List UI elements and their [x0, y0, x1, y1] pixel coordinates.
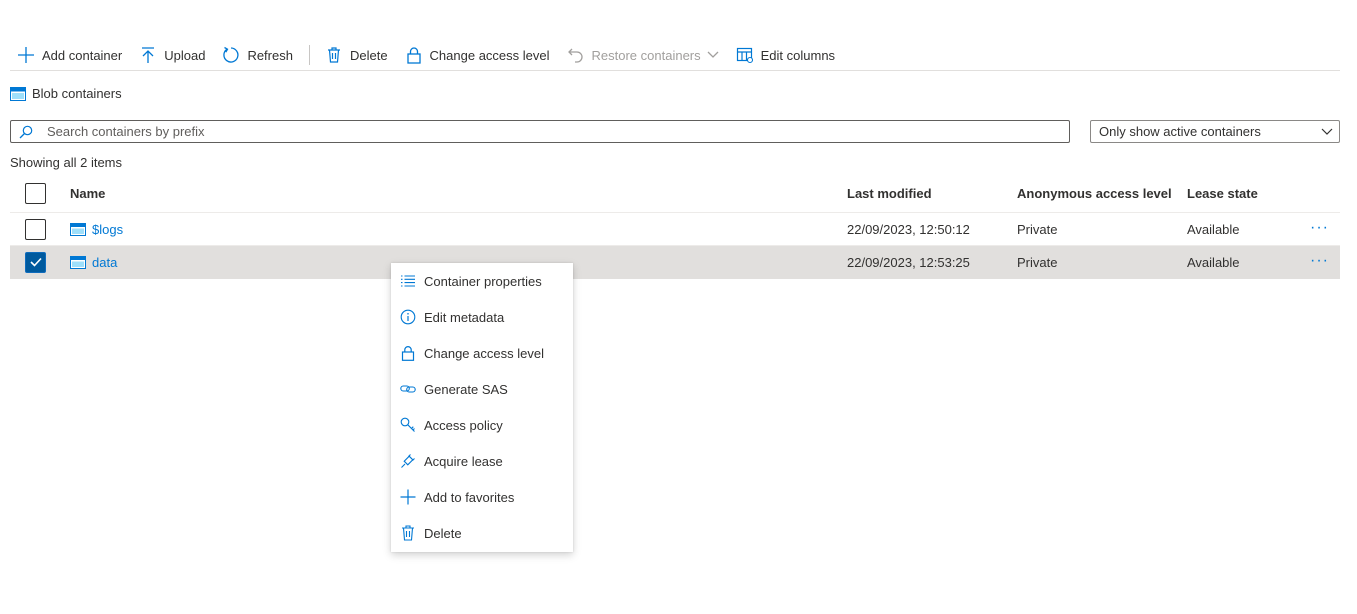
row-checkbox[interactable] [25, 218, 46, 240]
containers-table: Name Last modified Anonymous access leve… [10, 175, 1340, 279]
access-level-cell: Private [1017, 254, 1058, 270]
chevron-down-icon [1321, 124, 1333, 139]
search-input[interactable] [47, 124, 1027, 139]
add-container-label: Add container [42, 47, 123, 63]
toolbar-divider [308, 45, 310, 65]
container-icon [70, 222, 86, 236]
menu-item-change-access-level[interactable]: Change access level [391, 335, 573, 371]
upload-button[interactable]: Upload [130, 40, 213, 70]
filter-selected-value: Only show active containers [1099, 124, 1261, 139]
container-link[interactable]: $logs [92, 222, 123, 237]
container-name-cell: data [70, 255, 117, 270]
plug-icon [399, 452, 417, 470]
menu-item-acquire-lease[interactable]: Acquire lease [391, 443, 573, 479]
plus-icon [399, 488, 417, 506]
delete-button[interactable]: Delete [316, 40, 396, 70]
column-header-last-modified[interactable]: Last modified [847, 186, 932, 201]
menu-item-label: Acquire lease [424, 453, 503, 469]
lease-state-cell: Available [1187, 221, 1240, 237]
container-filter-dropdown[interactable]: Only show active containers [1090, 120, 1340, 143]
edit-columns-icon [735, 45, 755, 65]
menu-item-label: Change access level [424, 345, 544, 361]
checkmark-icon [29, 257, 42, 267]
info-icon [399, 308, 417, 326]
table-header: Name Last modified Anonymous access leve… [10, 175, 1340, 213]
search-box[interactable] [10, 120, 1070, 143]
section-title: Blob containers [10, 86, 122, 101]
menu-item-label: Container properties [424, 273, 542, 289]
menu-item-label: Add to favorites [424, 489, 515, 505]
lock-icon [399, 344, 417, 362]
more-actions-button[interactable]: ··· [1310, 252, 1329, 270]
table-row[interactable]: $logs 22/09/2023, 12:50:12 Private Avail… [10, 213, 1340, 246]
change-access-level-label: Change access level [429, 47, 550, 63]
last-modified-cell: 22/09/2023, 12:53:25 [847, 254, 970, 270]
menu-item-container-properties[interactable]: Container properties [391, 263, 573, 299]
menu-item-generate-sas[interactable]: Generate SAS [391, 371, 573, 407]
change-access-level-button[interactable]: Change access level [396, 40, 558, 70]
menu-item-delete[interactable]: Delete [391, 515, 573, 551]
restore-containers-label: Restore containers [591, 47, 701, 63]
select-all-checkbox[interactable] [25, 183, 46, 204]
menu-item-label: Generate SAS [424, 381, 508, 397]
menu-item-label: Delete [424, 525, 462, 541]
add-container-button[interactable]: Add container [10, 40, 130, 70]
lock-icon [404, 45, 424, 65]
trash-icon [324, 45, 344, 65]
key-icon [399, 416, 417, 434]
lease-state-cell: Available [1187, 254, 1240, 270]
column-header-name[interactable]: Name [70, 186, 105, 201]
list-icon [399, 272, 417, 290]
upload-label: Upload [164, 47, 206, 63]
link-icon [399, 380, 417, 398]
item-count: Showing all 2 items [10, 155, 122, 170]
refresh-button[interactable]: Refresh [213, 40, 301, 70]
table-row[interactable]: data 22/09/2023, 12:53:25 Private Availa… [10, 246, 1340, 279]
delete-label: Delete [349, 47, 388, 63]
menu-item-label: Access policy [424, 417, 503, 433]
undo-icon [566, 45, 586, 65]
command-bar: Add container Upload Refresh Delete Chan… [10, 40, 1340, 71]
column-header-lease-state[interactable]: Lease state [1187, 186, 1258, 201]
refresh-label: Refresh [247, 47, 293, 63]
container-link[interactable]: data [92, 255, 117, 270]
menu-item-add-to-favorites[interactable]: Add to favorites [391, 479, 573, 515]
menu-item-label: Edit metadata [424, 309, 505, 325]
column-header-access-level[interactable]: Anonymous access level [1017, 186, 1172, 201]
more-actions-button[interactable]: ··· [1310, 219, 1329, 237]
upload-icon [138, 45, 158, 65]
plus-icon [16, 45, 36, 65]
restore-containers-button[interactable]: Restore containers [558, 40, 727, 70]
context-menu: Container properties Edit metadata Chang… [391, 263, 573, 552]
container-name-cell: $logs [70, 222, 123, 237]
section-title-text: Blob containers [32, 86, 122, 101]
edit-columns-button[interactable]: Edit columns [727, 40, 843, 70]
container-icon [10, 86, 26, 101]
trash-icon [399, 524, 417, 542]
edit-columns-label: Edit columns [760, 47, 836, 63]
row-checkbox[interactable] [25, 251, 46, 273]
menu-item-edit-metadata[interactable]: Edit metadata [391, 299, 573, 335]
access-level-cell: Private [1017, 221, 1058, 237]
last-modified-cell: 22/09/2023, 12:50:12 [847, 221, 970, 237]
container-icon [70, 255, 86, 269]
menu-item-access-policy[interactable]: Access policy [391, 407, 573, 443]
search-icon [19, 125, 35, 139]
chevron-down-icon [707, 51, 719, 59]
refresh-icon [221, 45, 241, 65]
